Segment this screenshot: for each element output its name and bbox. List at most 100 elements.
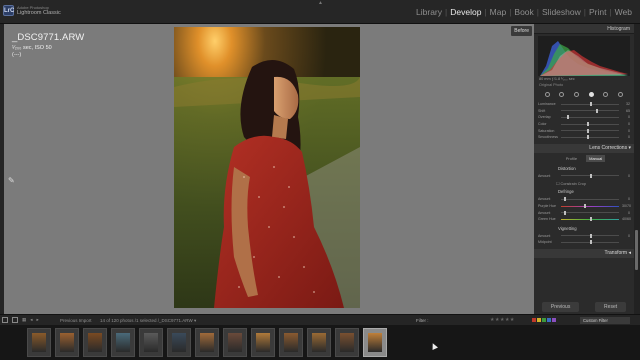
- slider-row[interactable]: Smoothness 0: [538, 134, 630, 141]
- slider-value[interactable]: 0: [622, 129, 630, 133]
- right-panel-scrollbar[interactable]: [635, 230, 638, 270]
- slider-row[interactable]: Amount 0: [538, 196, 630, 203]
- slider-track[interactable]: [561, 173, 619, 178]
- slider-value[interactable]: 0: [622, 234, 630, 238]
- module-library[interactable]: Library: [414, 7, 444, 17]
- module-print[interactable]: Print: [587, 7, 608, 17]
- green-label-icon[interactable]: [542, 318, 546, 322]
- collapse-top-panel-icon[interactable]: ▲: [318, 0, 323, 6]
- slider-row[interactable]: Purple Hue 30/70: [538, 203, 631, 210]
- filmstrip-nav: ▦ ◂ ▸: [2, 317, 39, 323]
- slider-row[interactable]: Luminance 32: [538, 101, 630, 108]
- slider-track[interactable]: [561, 197, 619, 202]
- forward-arrow-icon[interactable]: ▸: [37, 317, 39, 323]
- second-window-icon[interactable]: [12, 317, 18, 323]
- filmstrip-thumbnail[interactable]: [363, 328, 387, 357]
- filmstrip-thumbnail[interactable]: [167, 328, 191, 357]
- slider-track[interactable]: [561, 115, 619, 120]
- slider-track[interactable]: [561, 210, 619, 215]
- slider-track[interactable]: [561, 122, 619, 127]
- lens-corrections-header[interactable]: Lens Corrections ▾: [534, 143, 634, 153]
- main-window-icon[interactable]: [2, 317, 8, 323]
- grid-view-icon[interactable]: ▦: [22, 317, 26, 323]
- slider-row[interactable]: Amount 0: [538, 173, 630, 180]
- filmstrip-thumbnail[interactable]: [307, 328, 331, 357]
- transform-header[interactable]: Transform ◂: [534, 248, 634, 258]
- slider-track[interactable]: [561, 217, 619, 222]
- filmstrip-thumbnail[interactable]: [223, 328, 247, 357]
- filmstrip-thumbnail[interactable]: [111, 328, 135, 357]
- custom-filter-dropdown[interactable]: Custom Filter: [580, 317, 630, 324]
- slider-label: Smoothness: [538, 135, 558, 140]
- slider-value[interactable]: 0: [622, 115, 630, 119]
- filmstrip-thumbnail[interactable]: [251, 328, 275, 357]
- filmstrip-thumbnail[interactable]: [139, 328, 163, 357]
- histogram[interactable]: [538, 36, 630, 76]
- previous-button[interactable]: Previous: [541, 302, 580, 312]
- slider-value[interactable]: 30/70: [622, 204, 631, 208]
- gradient-tool-icon[interactable]: [603, 92, 609, 97]
- constrain-crop-checkbox[interactable]: ☐ Constrain Crop: [534, 180, 634, 187]
- filmstrip-thumbnail[interactable]: [83, 328, 107, 357]
- slider-value[interactable]: 32: [622, 102, 630, 106]
- yellow-label-icon[interactable]: [537, 318, 541, 322]
- module-slideshow[interactable]: Slideshow: [540, 7, 583, 17]
- blue-label-icon[interactable]: [547, 318, 551, 322]
- module-web[interactable]: Web: [613, 7, 634, 17]
- filmstrip[interactable]: [0, 325, 640, 360]
- slider-value[interactable]: 0: [622, 122, 630, 126]
- distortion-group: Amount 0: [534, 172, 634, 181]
- slider-value[interactable]: 0: [622, 135, 630, 139]
- tab-manual[interactable]: Manual: [586, 154, 606, 162]
- slider-value[interactable]: 0: [622, 197, 630, 201]
- red-eye-tool-icon[interactable]: [574, 92, 580, 97]
- slider-row[interactable]: Green Hue 40/60: [538, 216, 631, 223]
- slider-track[interactable]: [561, 102, 619, 107]
- slider-track[interactable]: [561, 233, 619, 238]
- right-panel-edge[interactable]: [634, 24, 640, 314]
- healing-tool-icon[interactable]: [559, 92, 565, 97]
- slider-track[interactable]: [561, 128, 619, 133]
- back-arrow-icon[interactable]: ◂: [30, 317, 32, 323]
- reset-button[interactable]: Reset: [595, 302, 627, 312]
- filmstrip-thumbnail[interactable]: [335, 328, 359, 357]
- filmstrip-thumbnail[interactable]: [27, 328, 51, 357]
- thumbnail-image: [116, 333, 130, 352]
- rating-filter-stars[interactable]: ★★★★★: [490, 317, 515, 323]
- slider-track[interactable]: [561, 204, 619, 209]
- slider-track[interactable]: [561, 108, 619, 113]
- slider-value[interactable]: 40/60: [622, 217, 631, 221]
- filmstrip-thumbnail[interactable]: [279, 328, 303, 357]
- slider-track[interactable]: [561, 240, 619, 245]
- module-map[interactable]: Map: [488, 7, 509, 17]
- slider-track[interactable]: [561, 135, 619, 140]
- red-label-icon[interactable]: [532, 318, 536, 322]
- slider-row[interactable]: Midpoint: [538, 239, 630, 246]
- thumbnail-image: [284, 333, 298, 352]
- purple-label-icon[interactable]: [552, 318, 556, 322]
- slider-row[interactable]: Amount 0: [538, 233, 630, 240]
- slider-row[interactable]: Color 0: [538, 121, 630, 128]
- filmstrip-thumbnail[interactable]: [195, 328, 219, 357]
- slider-row[interactable]: Saturation 0: [538, 127, 630, 134]
- slider-value[interactable]: 0: [622, 174, 630, 178]
- slider-value[interactable]: 0: [622, 211, 630, 215]
- radial-tool-icon[interactable]: [618, 92, 624, 97]
- before-label[interactable]: Before: [511, 26, 532, 36]
- crop-tool-icon[interactable]: [544, 92, 550, 97]
- filmstrip-source[interactable]: Previous Import: [60, 318, 92, 323]
- loupe-view[interactable]: _DSC9771.ARW ¹⁄₂₀₀ sec, ISO 50 (---) Bef…: [4, 24, 534, 314]
- slider-row[interactable]: Amount 0: [538, 209, 630, 216]
- defringe-eyedropper-icon[interactable]: ✎: [8, 176, 15, 185]
- filmstrip-thumbnail[interactable]: [55, 328, 79, 357]
- slider-row[interactable]: Shift 65: [538, 108, 630, 115]
- filmstrip-count[interactable]: 14 of 120 photos /1 selected /_DSC9771.A…: [100, 318, 196, 324]
- histogram-header[interactable]: Histogram: [534, 24, 634, 34]
- module-develop[interactable]: Develop: [448, 7, 483, 17]
- module-book[interactable]: Book: [512, 7, 535, 17]
- mask-tool-icon[interactable]: [588, 92, 594, 97]
- slider-value[interactable]: 65: [622, 109, 630, 113]
- previous-reset-bar: Previous Reset: [534, 300, 634, 314]
- slider-row[interactable]: Overlap 0: [538, 114, 630, 121]
- tab-profile[interactable]: Profile: [563, 155, 580, 162]
